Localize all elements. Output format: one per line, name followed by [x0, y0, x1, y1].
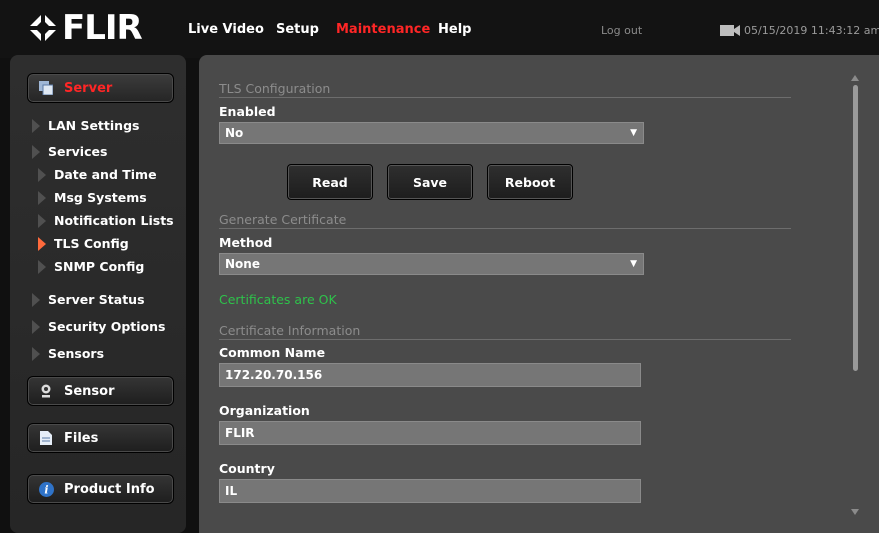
organization-field: FLIR [219, 421, 641, 445]
svg-text:i: i [44, 483, 48, 496]
menu-item-services[interactable]: Services [32, 144, 107, 159]
arrow-icon [38, 236, 46, 251]
flir-logo[interactable]: FLIR [28, 8, 143, 48]
section-generate-certificate: Generate Certificate [219, 212, 791, 229]
nav-setup[interactable]: Setup [276, 22, 319, 37]
country-label: Country [219, 461, 275, 476]
nav-help[interactable]: Help [438, 22, 471, 37]
product-info-label: Product Info [64, 481, 155, 497]
webcam-icon [38, 383, 54, 399]
nav-maintenance[interactable]: Maintenance [336, 22, 430, 37]
scroll-down-icon[interactable] [851, 509, 859, 515]
file-icon [38, 430, 54, 446]
common-name-field: 172.20.70.156 [219, 363, 641, 387]
menu-item-snmp-config[interactable]: SNMP Config [38, 259, 144, 274]
vertical-scrollbar[interactable] [849, 75, 861, 515]
server-icon [38, 80, 54, 96]
method-select[interactable]: None ▼ [219, 253, 644, 275]
main-panel: TLS Configuration Enabled No ▼ Read Save… [199, 55, 879, 533]
logo-text: FLIR [62, 8, 143, 48]
camera-icon [720, 25, 740, 36]
sensor-button[interactable]: Sensor [27, 376, 174, 406]
enabled-label: Enabled [219, 104, 276, 119]
product-info-button[interactable]: i Product Info [27, 474, 174, 504]
arrow-icon [38, 213, 46, 228]
scroll-thumb[interactable] [853, 85, 858, 371]
flir-logo-icon [28, 13, 58, 43]
arrow-icon [32, 292, 40, 307]
arrow-icon [32, 144, 40, 159]
datetime-text: 05/15/2019 11:43:12 am [744, 24, 879, 37]
arrow-icon [32, 319, 40, 334]
arrow-icon [38, 167, 46, 182]
section-certificate-information: Certificate Information [219, 323, 791, 340]
files-label: Files [64, 430, 99, 446]
server-label: Server [64, 80, 113, 96]
menu-item-date-and-time[interactable]: Date and Time [38, 167, 157, 182]
arrow-icon [38, 190, 46, 205]
enabled-value: No [225, 126, 244, 140]
menu-item-lan-settings[interactable]: LAN Settings [32, 118, 139, 133]
read-button[interactable]: Read [287, 164, 373, 200]
menu-item-security-options[interactable]: Security Options [32, 319, 165, 334]
sidebar: Server LAN Settings Services Date and Ti… [10, 55, 186, 533]
arrow-icon [32, 346, 40, 361]
common-name-label: Common Name [219, 345, 326, 360]
method-value: None [225, 257, 260, 271]
save-button[interactable]: Save [387, 164, 473, 200]
nav-live-video[interactable]: Live Video [188, 22, 264, 37]
menu-item-notification-lists[interactable]: Notification Lists [38, 213, 174, 228]
method-label: Method [219, 235, 273, 250]
arrow-icon [38, 259, 46, 274]
menu-item-msg-systems[interactable]: Msg Systems [38, 190, 147, 205]
menu-item-sensors[interactable]: Sensors [32, 346, 104, 361]
organization-label: Organization [219, 403, 310, 418]
certificate-status: Certificates are OK [219, 292, 337, 307]
reboot-button[interactable]: Reboot [487, 164, 573, 200]
dropdown-arrow-icon: ▼ [630, 259, 637, 269]
enabled-select[interactable]: No ▼ [219, 122, 644, 144]
country-field: IL [219, 479, 641, 503]
datetime-display: 05/15/2019 11:43:12 am [720, 24, 879, 37]
dropdown-arrow-icon: ▼ [630, 128, 637, 138]
top-bar: FLIR Live Video Setup Maintenance Help L… [0, 0, 879, 58]
menu-item-tls-config[interactable]: TLS Config [38, 236, 129, 251]
files-button[interactable]: Files [27, 423, 174, 453]
arrow-icon [32, 118, 40, 133]
section-tls-configuration: TLS Configuration [219, 81, 791, 98]
menu-item-server-status[interactable]: Server Status [32, 292, 145, 307]
scroll-up-icon[interactable] [851, 75, 859, 81]
info-icon: i [38, 481, 54, 497]
sensor-label: Sensor [64, 383, 115, 399]
logout-link[interactable]: Log out [601, 24, 642, 37]
server-button[interactable]: Server [27, 73, 174, 103]
